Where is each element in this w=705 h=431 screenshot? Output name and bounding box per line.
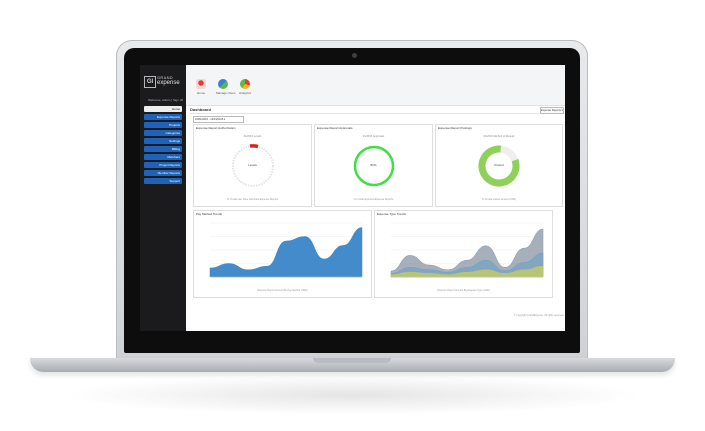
panel-title: Pay Method Trends [196,212,223,216]
report-dropdown[interactable]: Expense Reports ▾ [540,107,564,114]
panel-subtitle: 01/2015 Method of Receipt [483,135,515,138]
pay-method-chart [209,222,363,278]
sidebar-item-settings[interactable]: Settings [144,138,182,144]
donut-center-label: Posted [494,163,504,167]
sidebar: GI GRAND expense Welcome, Admin | Sign o… [140,65,186,331]
panel-footer: % of total approved Expense Reports [353,198,394,201]
page-title: Dashboard [190,107,565,114]
laptop-shadow [60,375,645,415]
pie-icon [240,79,250,89]
panel-title: Expense Report Authorization [196,126,236,130]
panel-title: Expense Type Trends [377,212,406,216]
ring-center-label: 80% [370,163,377,167]
sidebar-item-member-reports[interactable]: Member Reports [144,170,182,176]
toolbar: Home Manage Users Analytics [186,65,565,106]
gauge-mark [249,144,259,149]
panel-postings: Expense Report Postings 01/2015 Method o… [435,124,563,207]
panel-pay-method-trends: Pay Method Trends Expense Report Amount … [193,210,372,298]
panel-footer: Expense Report Amount By Expense Type (U… [437,289,490,292]
logo-mark: GI [144,76,156,88]
sidebar-item-billing[interactable]: Billing [144,146,182,152]
toolbar-analytics-label: Analytics [238,91,251,95]
toolbar-home[interactable]: Home [194,79,208,95]
panel-footer: % of total posted amount (USD) [482,198,516,201]
app-screen: GI GRAND expense Welcome, Admin | Sign o… [140,65,565,331]
toolbar-analytics[interactable]: Analytics [238,79,252,95]
logo-line2: expense [157,80,180,86]
sidebar-item-support[interactable]: Support [144,178,182,184]
gauge-center-label: Levels [248,163,257,167]
sidebar-item-project-reports[interactable]: Project Reports [144,162,182,168]
welcome-text[interactable]: Welcome, Admin | Sign off [145,98,183,102]
home-icon [196,79,206,89]
toolbar-manage-users-label: Manage Users [216,91,236,95]
expense-type-chart [390,222,544,278]
panel-subtitle: 01/2015 Levels [243,135,262,138]
panel-footer: Expense Report Amount By Pay Method (USD… [257,289,308,292]
laptop-notch [313,358,391,363]
panel-authorization: Expense Report Authorization 01/2015 Lev… [193,124,312,207]
panel-title: Expense Report Approvals [317,126,353,130]
panel-expense-type-trends: Expense Type Trends Expense Report Amoun… [374,210,553,298]
sidebar-item-members[interactable]: Members [144,154,182,160]
sidebar-item-expense-reports[interactable]: Expense Reports [144,114,182,120]
area-series-0 [209,227,363,278]
panel-approvals: Expense Report Approvals 01/2015 Approva… [314,124,433,207]
panel-title: Expense Report Postings [438,126,472,130]
toolbar-home-label: Home [196,91,205,95]
users-icon [218,79,228,89]
panel-footer: % of total user have submitted Expense R… [226,198,279,201]
sidebar-item-projects[interactable]: Projects [144,122,182,128]
toolbar-manage-users[interactable]: Manage Users [216,79,236,95]
date-range-select[interactable]: 01/01/2015 - 12/31/2015 ▾ [193,116,244,123]
page-footer: © Copyright GrandExpense. All rights res… [513,314,564,317]
camera-icon [352,53,357,58]
sidebar-item-categories[interactable]: Categories [144,130,182,136]
panel-subtitle: 01/2015 Approvals [362,135,385,138]
sidebar-item-home[interactable]: Home [144,106,182,112]
